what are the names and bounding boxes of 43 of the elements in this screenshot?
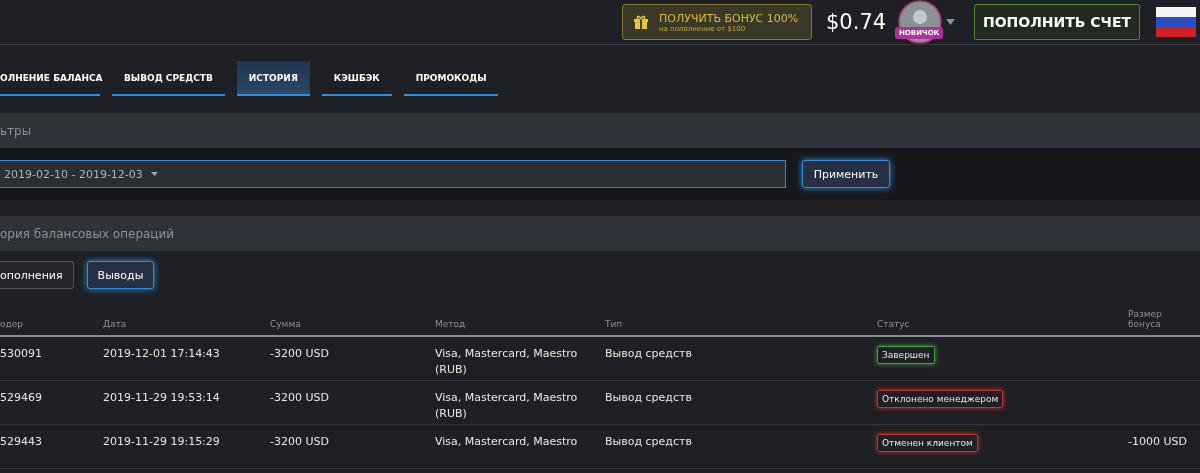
apply-button[interactable]: Применить: [802, 160, 890, 188]
column-header: Сумма: [270, 319, 302, 329]
table-cell-text: Visa, Mastercard, Maestro (RUB): [435, 390, 579, 422]
flag-icon[interactable]: [1156, 7, 1196, 37]
table-cell-text: Visa, Mastercard, Maestro: [435, 434, 579, 450]
date-range-field[interactable]: 2019-02-10 - 2019-12-03: [0, 160, 786, 188]
column-header: Размер бонуса: [1128, 309, 1163, 329]
status-badge: Завершен: [877, 346, 935, 364]
table-cell-text: Visa, Mastercard, Maestro (RUB): [435, 346, 579, 378]
column-header: одер: [0, 319, 24, 329]
table-cell-text: Вывод средств: [605, 434, 693, 450]
status-badge: Отклонено менеджером: [877, 390, 1004, 408]
panel-title: ьтры: [0, 123, 32, 138]
filter-toggle[interactable]: Выводы: [86, 261, 155, 289]
table-cell-text: 529469: [0, 390, 43, 406]
tab[interactable]: ПРОМОКОДЫ: [403, 61, 499, 96]
table-cell-text: 530091: [0, 346, 43, 362]
table-cell-text: 529443: [0, 434, 43, 450]
column-header: Статус: [877, 319, 911, 329]
table-cell-text: -3200 USD: [270, 434, 330, 450]
table-cell-text: 2019-12-01 17:14:43: [103, 346, 221, 362]
table-cell-text: Вывод средств: [605, 390, 693, 406]
tab[interactable]: ВЫВОД СРЕДСТВ: [112, 61, 225, 96]
panel-title: ория балансовых операций: [0, 226, 175, 241]
table-cell-text: -3200 USD: [270, 346, 330, 362]
deposit-button[interactable]: ПОПОЛНИТЬ СЧЕТ: [974, 4, 1140, 40]
column-header: Метод: [435, 319, 467, 329]
bonus-title: ПОЛУЧИТЬ БОНУС 100%: [659, 11, 799, 25]
table-cell-text: 2019-11-29 19:53:14: [103, 390, 221, 406]
column-header: Тип: [605, 319, 624, 329]
gift-icon: [633, 14, 649, 30]
balance: $0.74: [826, 10, 888, 34]
column-header: Дата: [103, 319, 128, 329]
filter-toggle[interactable]: ополнения: [0, 261, 74, 289]
table-cell: -1000 USD: [1128, 434, 1188, 450]
caret-icon[interactable]: [946, 19, 955, 25]
table-cell-text: -3200 USD: [270, 390, 330, 406]
caret-icon: [150, 172, 158, 176]
tab[interactable]: КЭШБЭК: [321, 61, 392, 96]
tab[interactable]: ИСТОРИЯ: [236, 61, 310, 96]
table-cell-text: 2019-11-29 19:15:29: [103, 434, 221, 450]
table-cell-text: Вывод средств: [605, 346, 693, 362]
status-badge: Отменен клиентом: [877, 434, 978, 452]
